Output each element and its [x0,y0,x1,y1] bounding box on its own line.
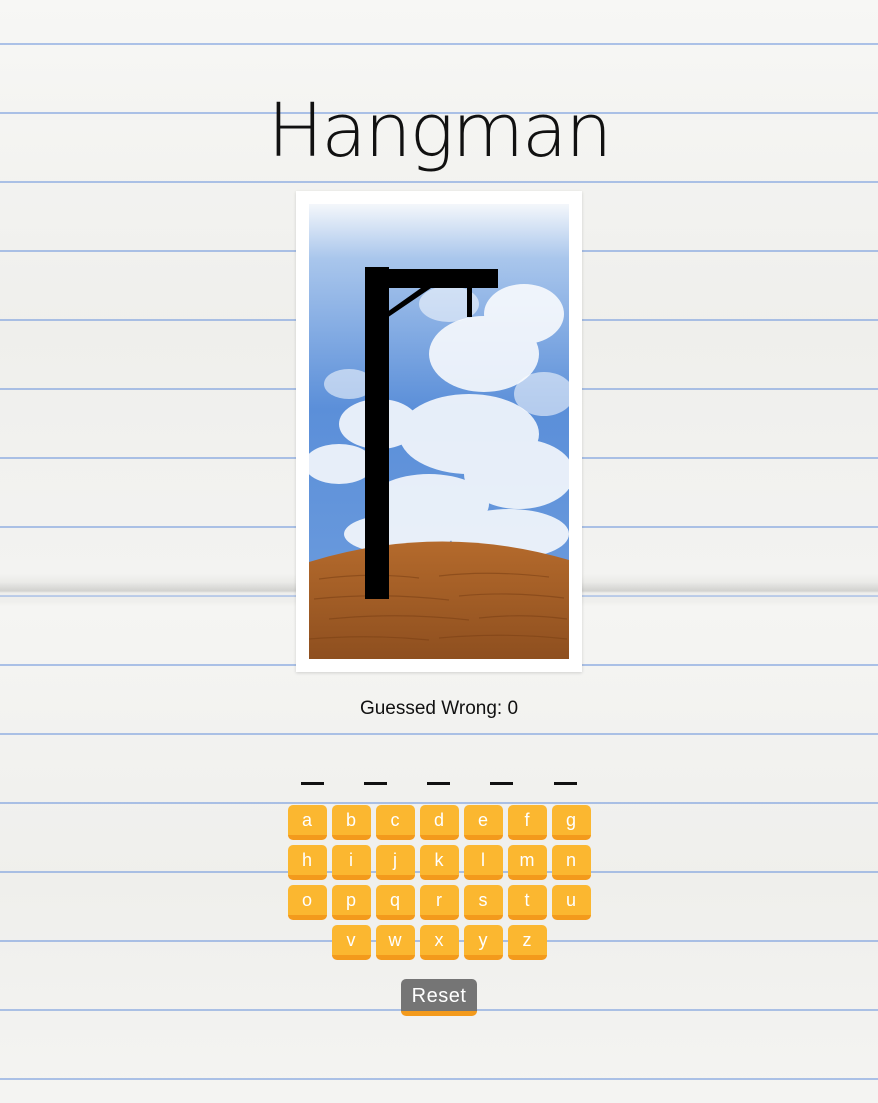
letter-key-e[interactable]: e [463,805,503,840]
letter-key-v[interactable]: v [331,925,371,960]
letter-blank [490,782,513,785]
letter-key-d[interactable]: d [419,805,459,840]
letter-key-f[interactable]: f [507,805,547,840]
page-title: Hangman [267,88,613,174]
letter-blank [301,782,324,785]
letter-key-m[interactable]: m [507,845,547,880]
letter-key-q[interactable]: q [375,885,415,920]
letter-key-s[interactable]: s [463,885,503,920]
letter-key-c[interactable]: c [375,805,415,840]
letter-key-a[interactable]: a [287,805,327,840]
letter-key-n[interactable]: n [551,845,591,880]
letter-key-k[interactable]: k [419,845,459,880]
letter-blank [427,782,450,785]
letter-keyboard: a b c d e f g h i j k l m n o p q r s t … [0,805,878,965]
keyboard-row: v w x y z [0,925,878,960]
letter-key-l[interactable]: l [463,845,503,880]
letter-key-t[interactable]: t [507,885,547,920]
wrong-guess-count: 0 [507,698,519,719]
letter-key-b[interactable]: b [331,805,371,840]
letter-key-p[interactable]: p [331,885,371,920]
reset-button[interactable]: Reset [401,979,477,1016]
letter-key-o[interactable]: o [287,885,327,920]
letter-blank [364,782,387,785]
letter-key-y[interactable]: y [463,925,503,960]
keyboard-row: h i j k l m n [0,845,878,880]
letter-key-j[interactable]: j [375,845,415,880]
hangman-picture-frame [296,191,582,672]
letter-key-h[interactable]: h [287,845,327,880]
wrong-guess-counter: Guessed Wrong: 0 [0,698,878,720]
letter-key-g[interactable]: g [551,805,591,840]
letter-key-i[interactable]: i [331,845,371,880]
keyboard-row: a b c d e f g [0,805,878,840]
gallows-illustration [309,204,569,659]
letter-key-w[interactable]: w [375,925,415,960]
wrong-guess-label: Guessed Wrong: [359,698,508,719]
keyboard-row: o p q r s t u [0,885,878,920]
letter-key-u[interactable]: u [551,885,591,920]
letter-key-r[interactable]: r [419,885,459,920]
letter-blank [554,782,577,785]
letter-key-z[interactable]: z [507,925,547,960]
letter-key-x[interactable]: x [419,925,459,960]
word-blanks [296,782,586,792]
hangman-scene [309,204,569,659]
